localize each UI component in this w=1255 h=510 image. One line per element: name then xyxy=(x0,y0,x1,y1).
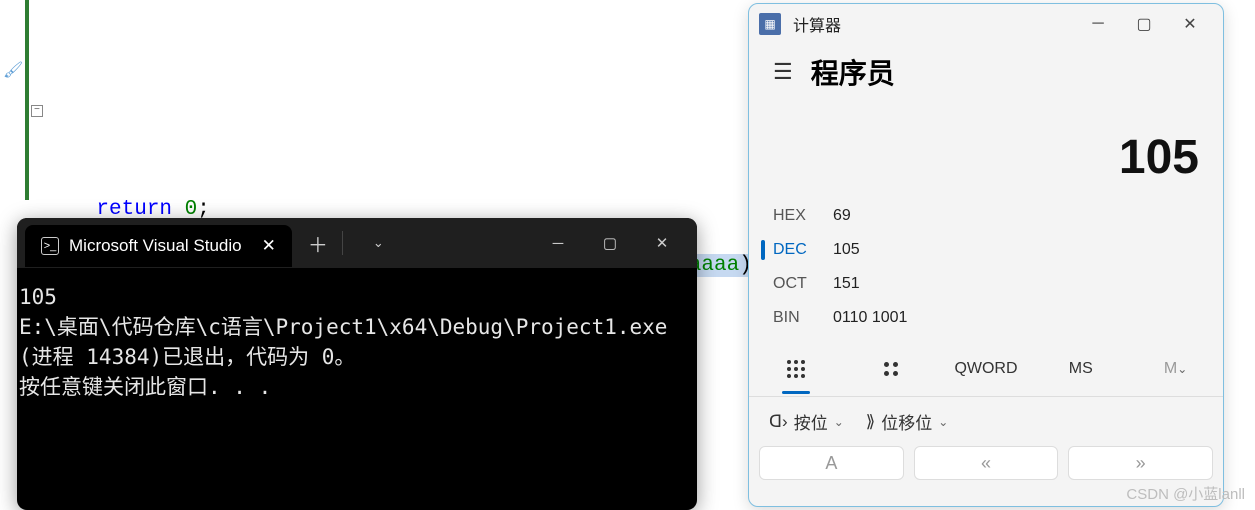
radix-panel: HEX69DEC105OCT151BIN0110 1001 xyxy=(749,199,1223,335)
minimize-button[interactable]: ─ xyxy=(1075,9,1121,39)
radix-value: 105 xyxy=(833,241,860,259)
chevron-down-icon: ⌄ xyxy=(834,415,844,429)
calculator-keypad-row: A « » xyxy=(749,446,1223,480)
radix-label: HEX xyxy=(773,207,833,225)
terminal-icon: >_ xyxy=(41,237,59,255)
radix-row-bin[interactable]: BIN0110 1001 xyxy=(773,301,1199,335)
tab-dropdown-icon[interactable]: ⌄ xyxy=(373,235,384,251)
radix-row-hex[interactable]: HEX69 xyxy=(773,199,1199,233)
hamburger-menu-icon[interactable]: ☰ xyxy=(773,59,793,85)
maximize-button[interactable]: ▢ xyxy=(589,225,631,261)
bit-dots-icon xyxy=(884,362,898,376)
radix-label: DEC xyxy=(773,241,833,259)
divider xyxy=(342,231,343,255)
shift-icon: ⟫ xyxy=(866,412,875,432)
memory-store-button[interactable]: MS xyxy=(1033,341,1128,396)
terminal-tab[interactable]: >_ Microsoft Visual Studio ✕ xyxy=(25,225,292,267)
terminal-tab-title: Microsoft Visual Studio xyxy=(69,236,242,256)
change-marker xyxy=(25,30,29,200)
terminal-titlebar: >_ Microsoft Visual Studio ✕ ＋ ⌄ ─ ▢ ✕ xyxy=(17,218,697,268)
change-marker xyxy=(25,0,29,30)
close-button[interactable]: ✕ xyxy=(641,225,683,261)
keypad-grid-icon xyxy=(787,360,805,378)
calculator-app-title: 计算器 xyxy=(793,12,841,36)
radix-label: BIN xyxy=(773,309,833,327)
fold-toggle-icon[interactable]: − xyxy=(31,105,43,117)
calculator-key[interactable]: A xyxy=(759,446,904,480)
maximize-button[interactable]: ▢ xyxy=(1121,9,1167,39)
close-button[interactable]: ✕ xyxy=(1167,9,1213,39)
terminal-window: >_ Microsoft Visual Studio ✕ ＋ ⌄ ─ ▢ ✕ 1… xyxy=(17,218,697,510)
chevron-down-icon: ⌄ xyxy=(938,415,948,429)
radix-label: OCT xyxy=(773,275,833,293)
calculator-app-icon: ▦ xyxy=(759,13,781,35)
chevron-down-icon: ⌄ xyxy=(1177,362,1187,376)
calculator-key[interactable]: » xyxy=(1068,446,1213,480)
radix-row-dec[interactable]: DEC105 xyxy=(773,233,1199,267)
nand-gate-icon: ᗡ› xyxy=(769,412,788,432)
radix-row-oct[interactable]: OCT151 xyxy=(773,267,1199,301)
calculator-key[interactable]: « xyxy=(914,446,1059,480)
code-editor[interactable]: 🖌 − return 0;//}#define SWAPBIT(n) (((n)… xyxy=(0,0,740,210)
memory-label: M xyxy=(1164,360,1177,378)
bitwise-dropdown[interactable]: ᗡ› 按位 ⌄ xyxy=(769,409,844,434)
calculator-display: 105 xyxy=(749,100,1223,199)
calculator-titlebar: ▦ 计算器 ─ ▢ ✕ xyxy=(749,4,1223,44)
radix-value: 69 xyxy=(833,207,851,225)
qword-button[interactable]: QWORD xyxy=(939,341,1034,396)
editor-gutter xyxy=(0,0,25,210)
calculator-window: ▦ 计算器 ─ ▢ ✕ ☰ 程序员 105 HEX69DEC105OCT151B… xyxy=(748,3,1224,507)
watermark-text: CSDN @小蓝lanll xyxy=(1126,483,1245,504)
terminal-output[interactable]: 105 E:\桌面\代码仓库\c语言\Project1\x64\Debug\Pr… xyxy=(17,268,697,402)
new-tab-button[interactable]: ＋ xyxy=(308,229,328,258)
bit-toggle-tab[interactable] xyxy=(844,341,939,396)
bitshift-label: 位移位 xyxy=(881,409,932,434)
bitshift-dropdown[interactable]: ⟫ 位移位 ⌄ xyxy=(866,409,949,434)
close-tab-icon[interactable]: ✕ xyxy=(262,236,276,256)
full-keypad-tab[interactable] xyxy=(749,341,844,396)
bitwise-label: 按位 xyxy=(794,409,828,434)
format-brush-icon[interactable]: 🖌 xyxy=(3,57,23,85)
memory-dropdown-button[interactable]: M⌄ xyxy=(1128,341,1223,396)
radix-value: 0110 1001 xyxy=(833,309,907,327)
calculator-mode-title: 程序员 xyxy=(811,52,895,92)
minimize-button[interactable]: ─ xyxy=(537,225,579,261)
radix-value: 151 xyxy=(833,275,860,293)
view-mode-tabs: QWORD MS M⌄ xyxy=(749,341,1223,397)
